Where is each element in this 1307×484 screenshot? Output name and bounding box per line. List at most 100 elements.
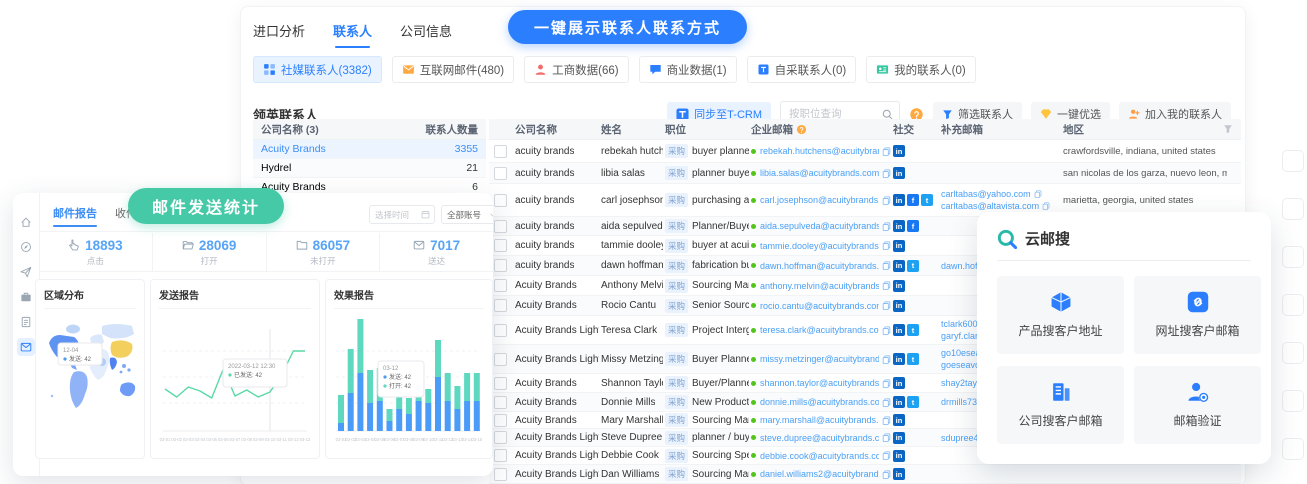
copy-email-button[interactable] xyxy=(882,433,891,442)
report-icon xyxy=(20,316,32,328)
twitter-icon[interactable]: t xyxy=(907,353,919,365)
linkedin-icon[interactable]: in xyxy=(893,432,905,444)
svg-text:2022-03-12 12:30: 2022-03-12 12:30 xyxy=(228,364,276,370)
cloud-card-cube[interactable]: 产品搜客户地址 xyxy=(997,276,1124,354)
cell-company: acuity brands xyxy=(515,195,574,206)
source-tab[interactable]: 互联网邮件(480) xyxy=(392,56,514,83)
main-tab[interactable]: 联系人 xyxy=(333,21,372,48)
cell-name: Donnie Mills xyxy=(601,397,655,408)
twitter-icon[interactable]: t xyxy=(921,194,933,206)
row-checkbox[interactable] xyxy=(494,145,507,158)
row-checkbox[interactable] xyxy=(494,431,507,444)
folder-open-icon xyxy=(182,239,194,251)
row-checkbox[interactable] xyxy=(494,324,507,337)
sidebar-mail-button[interactable] xyxy=(17,338,35,356)
row-checkbox[interactable] xyxy=(494,194,507,207)
copy-email-button[interactable] xyxy=(882,261,891,270)
copy-email-button[interactable] xyxy=(882,398,891,407)
linkedin-icon[interactable]: in xyxy=(893,194,905,206)
help-icon xyxy=(796,124,807,135)
source-tab[interactable]: 我的联系人(0) xyxy=(866,56,976,83)
copy-email-button[interactable] xyxy=(882,470,891,479)
company-name[interactable]: Acuity Brands xyxy=(261,143,326,155)
sidebar-home-button[interactable] xyxy=(17,213,35,231)
linkedin-icon[interactable]: in xyxy=(893,220,905,232)
row-checkbox[interactable] xyxy=(494,279,507,292)
linkedin-icon[interactable]: in xyxy=(893,300,905,312)
linkedin-icon[interactable]: in xyxy=(893,240,905,252)
copy-email-button[interactable] xyxy=(882,147,891,156)
copy-email-button[interactable] xyxy=(882,326,891,335)
copy-email-button[interactable] xyxy=(882,379,891,388)
cloud-search-title: 云邮搜 xyxy=(1025,228,1070,249)
row-checkbox[interactable] xyxy=(494,220,507,233)
sidebar-briefcase-button[interactable] xyxy=(17,288,35,306)
company-row[interactable]: Hydrel21 xyxy=(253,159,486,178)
source-tab[interactable]: 自采联系人(0) xyxy=(747,56,857,83)
verified-dot xyxy=(751,357,756,362)
copy-email-button[interactable] xyxy=(882,281,891,290)
row-checkbox[interactable] xyxy=(494,396,507,409)
linkedin-icon[interactable]: in xyxy=(893,353,905,365)
company-row[interactable]: Acuity Brands3355 xyxy=(253,140,486,159)
company-name[interactable]: Hydrel xyxy=(261,162,291,174)
cloud-card-link[interactable]: 网址搜客户邮箱 xyxy=(1134,276,1261,354)
copy-email-button[interactable] xyxy=(882,451,891,460)
row-checkbox[interactable] xyxy=(494,414,507,427)
linkedin-icon[interactable]: in xyxy=(893,280,905,292)
cell-name: Dan Williams xyxy=(601,469,659,480)
row-checkbox[interactable] xyxy=(494,167,507,180)
row-checkbox[interactable] xyxy=(494,299,507,312)
sidebar-send-button[interactable] xyxy=(17,263,35,281)
account-select[interactable]: 全部账号 xyxy=(441,205,493,224)
source-tab[interactable]: 社媒联系人(3382) xyxy=(253,56,382,83)
table-row[interactable]: Acuity Brands LightingDan Williams采购Sour… xyxy=(489,465,1241,484)
sidebar-compass-button[interactable] xyxy=(17,238,35,256)
row-checkbox[interactable] xyxy=(494,468,507,481)
twitter-icon[interactable]: t xyxy=(907,260,919,272)
copy-email-button[interactable] xyxy=(882,416,891,425)
tab-mail-report[interactable]: 邮件报告 xyxy=(53,205,97,227)
linkedin-icon[interactable]: in xyxy=(893,414,905,426)
linkedin-icon[interactable]: in xyxy=(893,377,905,389)
background-checkbox xyxy=(1282,246,1304,268)
linkedin-icon[interactable]: in xyxy=(893,396,905,408)
source-tab[interactable]: 商业数据(1) xyxy=(639,56,737,83)
row-checkbox[interactable] xyxy=(494,449,507,462)
linkedin-icon[interactable]: in xyxy=(893,450,905,462)
copy-email-button[interactable] xyxy=(882,241,891,250)
row-checkbox[interactable] xyxy=(494,377,507,390)
header-position: 职位 xyxy=(665,119,749,139)
main-tab[interactable]: 进口分析 xyxy=(253,21,305,48)
row-checkbox[interactable] xyxy=(494,259,507,272)
source-tab[interactable]: 工商数据(66) xyxy=(524,56,628,83)
copy-email-button[interactable] xyxy=(1034,190,1042,198)
linkedin-icon[interactable]: in xyxy=(893,324,905,336)
linkedin-icon[interactable]: in xyxy=(893,145,905,157)
twitter-icon[interactable]: t xyxy=(907,396,919,408)
table-row[interactable]: acuity brandslibia salas采购planner buyerl… xyxy=(489,163,1241,184)
table-row[interactable]: acuity brandsrebekah hutchens采购buyer pla… xyxy=(489,140,1241,163)
facebook-icon[interactable]: f xyxy=(907,194,919,206)
linkedin-icon[interactable]: in xyxy=(893,468,905,480)
linkedin-icon[interactable]: in xyxy=(893,260,905,272)
copy-email-button[interactable] xyxy=(882,222,891,231)
date-range-input[interactable] xyxy=(370,210,421,220)
row-checkbox[interactable] xyxy=(494,353,507,366)
cloud-card-person-at[interactable]: 邮箱验证 xyxy=(1134,366,1261,444)
sidebar-report-button[interactable] xyxy=(17,313,35,331)
cloud-card-company[interactable]: 公司搜客户邮箱 xyxy=(997,366,1124,444)
copy-email-button[interactable] xyxy=(882,169,891,178)
verified-dot xyxy=(751,149,756,154)
copy-email-button[interactable] xyxy=(882,355,891,364)
linkedin-icon[interactable]: in xyxy=(893,167,905,179)
region-filter-icon-slot[interactable] xyxy=(1223,119,1233,139)
copy-email-button[interactable] xyxy=(882,196,891,205)
facebook-icon[interactable]: f xyxy=(907,220,919,232)
main-tab[interactable]: 公司信息 xyxy=(400,21,452,48)
row-checkbox[interactable] xyxy=(494,239,507,252)
copy-email-button[interactable] xyxy=(882,301,891,310)
copy-email-button[interactable] xyxy=(1042,202,1050,210)
twitter-icon[interactable]: t xyxy=(907,324,919,336)
email-stats-callout-pill: 邮件发送统计 xyxy=(128,188,284,224)
